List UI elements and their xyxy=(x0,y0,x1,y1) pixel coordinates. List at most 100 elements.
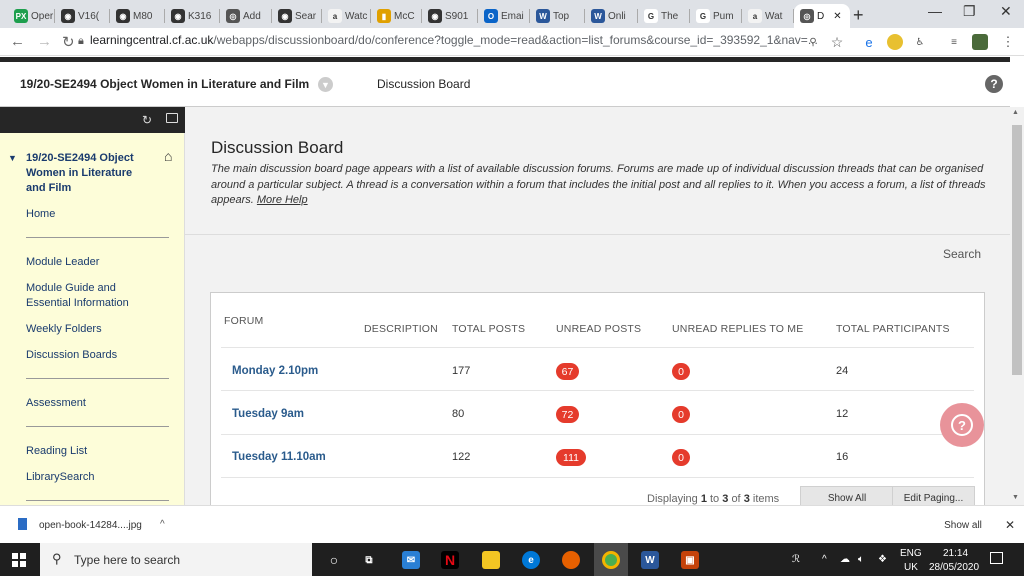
browser-tab[interactable]: W Onli xyxy=(585,4,638,28)
unread-replies-badge[interactable]: 0 xyxy=(672,363,690,380)
sidebar-item-module-guide[interactable]: Module Guide and Essential Information xyxy=(26,281,151,311)
unread-posts-badge[interactable]: 67 xyxy=(556,363,579,380)
extension-list-icon[interactable]: ≡ xyxy=(946,34,962,50)
close-icon[interactable]: ✕ xyxy=(1005,518,1015,532)
browser-tab[interactable]: ◎ Add xyxy=(220,4,272,28)
browser-tab[interactable]: PX Oper xyxy=(8,4,55,28)
browser-tab[interactable]: a Watc xyxy=(322,4,371,28)
tray-chevron-icon[interactable]: ^ xyxy=(822,554,827,565)
download-item[interactable]: open-book-14284....jpg xyxy=(39,520,142,531)
sidebar-item-weekly-folders[interactable]: Weekly Folders xyxy=(26,322,102,337)
powerpoint-icon[interactable]: ▣ xyxy=(681,551,699,569)
file-explorer-icon[interactable] xyxy=(482,551,500,569)
sidebar-item-discussion-boards[interactable]: Discussion Boards xyxy=(26,348,117,363)
extension-chrome-icon[interactable] xyxy=(887,34,903,50)
address-bar[interactable]: learningcentral.cf.ac.uk/webapps/discuss… xyxy=(90,33,820,51)
unread-replies-badge[interactable]: 0 xyxy=(672,449,690,466)
region-indicator[interactable]: UK xyxy=(904,562,918,573)
chevron-down-icon[interactable]: ▼ xyxy=(318,77,333,92)
floating-help-button[interactable]: ? xyxy=(940,403,984,447)
menu-kebab-icon[interactable]: ⋮ xyxy=(1000,34,1016,50)
edit-paging-button[interactable]: Edit Paging... xyxy=(892,486,975,505)
course-title[interactable]: 19/20-SE2494 Object Women in Literature … xyxy=(20,77,309,91)
chevron-up-icon[interactable]: ^ xyxy=(160,519,165,530)
column-header-total-participants[interactable]: TOTAL PARTICIPANTS xyxy=(836,323,950,335)
browser-tab[interactable]: ◉ V16( xyxy=(55,4,110,28)
task-view-icon[interactable]: ⧉ xyxy=(360,551,378,569)
clock-time[interactable]: 21:14 xyxy=(943,548,968,559)
close-window-icon[interactable]: ✕ xyxy=(1000,3,1012,20)
new-tab-button[interactable]: + xyxy=(853,5,864,26)
tab-favicon-icon: G xyxy=(696,9,710,23)
people-icon[interactable]: ℛ xyxy=(792,554,800,565)
taskbar-search-box[interactable]: ⚲ Type here to search xyxy=(40,543,312,576)
browser-tab[interactable]: ◉ M80 xyxy=(110,4,165,28)
scrollbar-thumb[interactable] xyxy=(1012,125,1022,375)
onedrive-icon[interactable]: ☁ xyxy=(840,554,850,565)
back-icon[interactable]: ← xyxy=(10,33,25,50)
breadcrumb[interactable]: Discussion Board xyxy=(377,77,470,91)
browser-tab[interactable]: O Emai xyxy=(478,4,530,28)
column-header-unread-replies[interactable]: UNREAD REPLIES TO ME xyxy=(672,323,803,335)
scroll-up-icon[interactable]: ▲ xyxy=(1012,109,1019,116)
forum-link-tuesday-1110am[interactable]: Tuesday 11.10am xyxy=(232,451,326,463)
sidebar-item-librarysearch[interactable]: LibrarySearch xyxy=(26,470,94,485)
sidebar-item-assessment[interactable]: Assessment xyxy=(26,396,86,411)
extension-accessibility-icon[interactable]: ♿︎ xyxy=(912,34,928,50)
column-header-forum[interactable]: FORUM xyxy=(224,315,264,327)
forward-icon[interactable]: → xyxy=(37,33,52,50)
word-icon[interactable]: W xyxy=(641,551,659,569)
more-help-link[interactable]: More Help xyxy=(257,194,308,206)
reload-icon[interactable]: ↻ xyxy=(62,33,75,51)
browser-tab[interactable]: a Wat xyxy=(742,4,794,28)
home-icon[interactable]: ⌂ xyxy=(164,148,172,164)
edge-icon[interactable]: e xyxy=(522,551,540,569)
browser-tab[interactable]: G The xyxy=(638,4,690,28)
unread-posts-badge[interactable]: 111 xyxy=(556,449,586,466)
refresh-icon[interactable]: ↻ xyxy=(142,113,152,127)
scroll-down-icon[interactable]: ▼ xyxy=(1012,494,1019,501)
cortana-icon[interactable]: ○ xyxy=(325,551,343,569)
close-tab-icon[interactable]: ✕ xyxy=(833,11,841,22)
volume-icon[interactable]: 🔈︎ xyxy=(858,554,864,565)
browser-tab[interactable]: G Pum xyxy=(690,4,742,28)
bookmark-star-icon[interactable]: ☆ xyxy=(829,34,845,50)
mail-icon[interactable]: ✉ xyxy=(402,551,420,569)
show-all-downloads-button[interactable]: Show all xyxy=(933,514,993,536)
extension-e-icon[interactable]: e xyxy=(861,34,877,50)
folder-icon[interactable] xyxy=(166,113,178,123)
column-header-description[interactable]: DESCRIPTION xyxy=(364,323,438,335)
column-header-total-posts[interactable]: TOTAL POSTS xyxy=(452,323,525,335)
zoom-icon[interactable]: ⚲ xyxy=(805,34,821,50)
notifications-icon[interactable] xyxy=(990,552,1003,564)
dropbox-icon[interactable]: ❖ xyxy=(878,554,887,565)
collapse-triangle-icon[interactable]: ▼ xyxy=(8,153,17,163)
chrome-icon[interactable] xyxy=(602,551,620,569)
browser-tab[interactable]: ◉ K316 xyxy=(165,4,220,28)
column-header-unread-posts[interactable]: UNREAD POSTS xyxy=(556,323,641,335)
profile-avatar[interactable] xyxy=(972,34,988,50)
browser-tab[interactable]: W Top xyxy=(530,4,585,28)
sidebar-course-title[interactable]: 19/20-SE2494 Object Women in Literature … xyxy=(26,151,151,196)
search-link[interactable]: Search xyxy=(943,247,981,261)
netflix-icon[interactable]: N xyxy=(441,551,459,569)
forum-link-tuesday-9am[interactable]: Tuesday 9am xyxy=(232,408,304,420)
language-indicator[interactable]: ENG xyxy=(900,548,922,559)
unread-replies-badge[interactable]: 0 xyxy=(672,406,690,423)
forum-link-monday[interactable]: Monday 2.10pm xyxy=(232,365,318,377)
show-all-button[interactable]: Show All xyxy=(800,486,894,505)
sidebar-item-reading-list[interactable]: Reading List xyxy=(26,444,87,459)
browser-tab[interactable]: ◉ S901 xyxy=(422,4,478,28)
sidebar-item-home[interactable]: Home xyxy=(26,207,55,222)
windows-start-icon[interactable] xyxy=(12,553,26,567)
firefox-icon[interactable] xyxy=(562,551,580,569)
minimize-icon[interactable]: — xyxy=(928,3,942,19)
unread-posts-badge[interactable]: 72 xyxy=(556,406,579,423)
sidebar-item-module-leader[interactable]: Module Leader xyxy=(26,255,99,270)
browser-tab[interactable]: ▮ McC xyxy=(371,4,422,28)
clock-date[interactable]: 28/05/2020 xyxy=(929,562,979,573)
maximize-icon[interactable]: ❐ xyxy=(963,3,976,20)
help-icon[interactable]: ? xyxy=(985,75,1003,93)
browser-tab[interactable]: ◎ D ✕ xyxy=(794,4,850,28)
browser-tab[interactable]: ◉ Sear xyxy=(272,4,322,28)
